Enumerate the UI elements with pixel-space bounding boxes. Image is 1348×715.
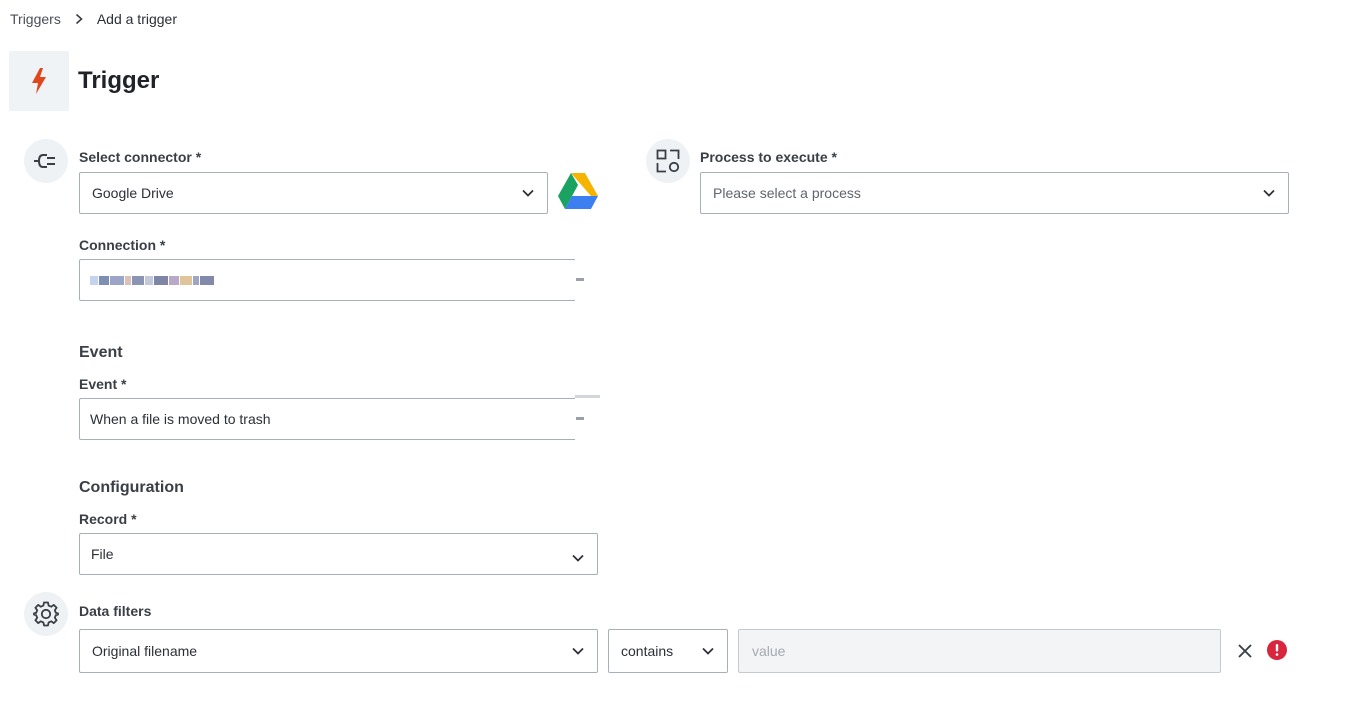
page-title: Trigger [78, 67, 160, 94]
event-select[interactable]: When a file is moved to trash [79, 398, 575, 440]
process-select-placeholder: Please select a process [713, 185, 861, 201]
close-icon [1238, 644, 1252, 658]
process-label: Process to execute * [700, 149, 837, 165]
chevron-down-icon [571, 644, 585, 658]
record-select[interactable]: File [79, 533, 598, 575]
page-header: Trigger [9, 51, 159, 111]
gear-icon [24, 592, 68, 636]
record-label: Record * [79, 511, 137, 527]
event-label: Event * [79, 376, 127, 392]
filter-operator-value: contains [621, 643, 674, 659]
redacted-connection-value [90, 275, 214, 285]
connector-select[interactable]: Google Drive [79, 172, 548, 214]
chevron-down-icon [1262, 186, 1276, 200]
data-filters-label: Data filters [79, 603, 152, 619]
process-icon [646, 139, 690, 183]
connection-select[interactable] [79, 259, 575, 301]
remove-filter-button[interactable] [1234, 640, 1256, 662]
redacted-fragment [575, 395, 600, 398]
breadcrumb-current: Add a trigger [96, 11, 177, 27]
breadcrumb-link-triggers[interactable]: Triggers [10, 11, 61, 27]
breadcrumb: Triggers Add a trigger [10, 11, 177, 27]
connection-label: Connection * [79, 237, 166, 253]
error-icon [1267, 640, 1287, 660]
plug-icon [24, 139, 68, 183]
connector-select-value: Google Drive [92, 185, 174, 201]
redacted-fragment [576, 278, 584, 281]
process-select[interactable]: Please select a process [700, 172, 1289, 214]
google-drive-logo [557, 172, 599, 210]
configuration-section-title: Configuration [79, 479, 184, 496]
event-section-title: Event [79, 344, 123, 361]
chevron-down-icon [701, 644, 715, 658]
chevron-down-icon [521, 186, 535, 200]
filter-operator-select[interactable]: contains [608, 629, 728, 673]
connector-label: Select connector * [79, 149, 202, 165]
filter-field-select[interactable]: Original filename [79, 629, 598, 673]
lightning-bolt-icon [9, 51, 69, 111]
record-select-value: File [91, 546, 114, 562]
chevron-right-icon [71, 11, 87, 27]
filter-value-input[interactable] [738, 629, 1221, 673]
event-select-value: When a file is moved to trash [90, 411, 271, 427]
redacted-fragment [576, 417, 584, 420]
chevron-down-icon [571, 551, 585, 565]
filter-field-value: Original filename [92, 643, 198, 659]
